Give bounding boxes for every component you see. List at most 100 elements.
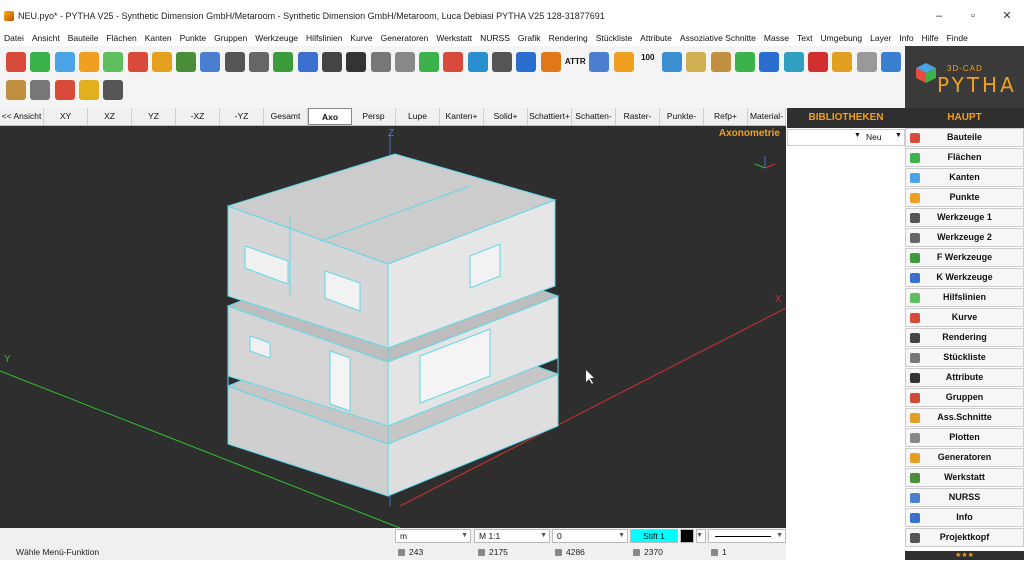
menu-item-masse[interactable]: Masse — [760, 33, 793, 43]
menu-item-nurss[interactable]: NURSS — [476, 33, 514, 43]
refresh-icon[interactable] — [783, 52, 804, 72]
main-item-f-werkzeuge[interactable]: F Werkzeuge — [905, 248, 1024, 267]
menu-item-kurve[interactable]: Kurve — [346, 33, 376, 43]
render-icon[interactable] — [321, 52, 342, 72]
camera-icon[interactable] — [346, 52, 367, 72]
main-item-werkstatt[interactable]: Werkstatt — [905, 468, 1024, 487]
cut-text-icon[interactable] — [103, 80, 124, 100]
delete-icon[interactable] — [807, 52, 828, 72]
main-item-info[interactable]: Info — [905, 508, 1024, 527]
main-item-gruppen[interactable]: Gruppen — [905, 388, 1024, 407]
main-item-rendering[interactable]: Rendering — [905, 328, 1024, 347]
main-item-nurss[interactable]: NURSS — [905, 488, 1024, 507]
menu-item-umgebung[interactable]: Umgebung — [817, 33, 867, 43]
view-button-xy[interactable]: XY — [44, 108, 88, 125]
menu-item-info[interactable]: Info — [895, 33, 917, 43]
package-icon[interactable] — [6, 80, 26, 100]
menu-item-punkte[interactable]: Punkte — [176, 33, 210, 43]
main-item-kanten[interactable]: Kanten — [905, 168, 1024, 187]
tool-2-icon[interactable] — [249, 52, 269, 72]
menu-item-generatoren[interactable]: Generatoren — [377, 33, 433, 43]
layer-icon[interactable] — [710, 52, 731, 72]
pen-dropdown[interactable]: ▼ — [696, 529, 706, 543]
curve-icon[interactable] — [127, 52, 148, 72]
main-item-attribute[interactable]: Attribute — [905, 368, 1024, 387]
library-list[interactable] — [787, 146, 905, 560]
tree-icon[interactable] — [735, 52, 755, 72]
menu-item-assoziative-schnitte[interactable]: Assoziative Schnitte — [676, 33, 760, 43]
main-item-plotten[interactable]: Plotten — [905, 428, 1024, 447]
menu-item-bauteile[interactable]: Bauteile — [64, 33, 103, 43]
ruler-icon[interactable] — [662, 52, 683, 72]
import-icon[interactable] — [443, 52, 464, 72]
main-item-bauteile[interactable]: Bauteile — [905, 128, 1024, 147]
view-button-gesamt[interactable]: Gesamt — [264, 108, 308, 125]
menu-item-gruppen[interactable]: Gruppen — [210, 33, 251, 43]
hatch-icon[interactable] — [686, 52, 707, 72]
menu-item-flächen[interactable]: Flächen — [102, 33, 140, 43]
menu-item-finde[interactable]: Finde — [943, 33, 972, 43]
view-button-schatten[interactable]: Schatten- — [572, 108, 616, 125]
grid-icon[interactable] — [613, 52, 634, 72]
edge-icon[interactable] — [54, 52, 75, 72]
view-button-kanten[interactable]: Kanten+ — [440, 108, 484, 125]
drill-icon[interactable] — [54, 80, 75, 100]
library-select[interactable]: ▼ Neu ▼ — [787, 129, 905, 146]
view-button-xz[interactable]: -XZ — [176, 108, 220, 125]
num-icon[interactable]: 100 — [638, 52, 658, 72]
screwdriver-icon[interactable] — [30, 80, 51, 100]
maximize-button[interactable]: ▫ — [956, 0, 990, 31]
menu-item-rendering[interactable]: Rendering — [545, 33, 592, 43]
redo-icon[interactable] — [540, 52, 561, 72]
view-button-persp[interactable]: Persp — [352, 108, 396, 125]
view-button-refp[interactable]: Refp+ — [704, 108, 748, 125]
view-button-solid[interactable]: Solid+ — [484, 108, 528, 125]
nurss-icon[interactable] — [200, 52, 221, 72]
attr-icon[interactable]: ATTR — [565, 52, 586, 72]
menu-item-text[interactable]: Text — [793, 33, 817, 43]
print-icon[interactable] — [394, 52, 415, 72]
face-icon[interactable] — [30, 52, 51, 72]
copy-icon[interactable] — [856, 52, 877, 72]
main-item-stückliste[interactable]: Stückliste — [905, 348, 1024, 367]
view-button-schattiert[interactable]: Schattiert+ — [528, 108, 572, 125]
eye-icon[interactable] — [370, 52, 391, 72]
move-icon[interactable] — [832, 52, 853, 72]
rotate-icon[interactable] — [467, 52, 488, 72]
main-item-k-werkzeuge[interactable]: K Werkzeuge — [905, 268, 1024, 287]
helpline-icon[interactable] — [103, 52, 124, 72]
main-item-ass-schnitte[interactable]: Ass.Schnitte — [905, 408, 1024, 427]
main-item-flächen[interactable]: Flächen — [905, 148, 1024, 167]
view-button-axo[interactable]: Axo — [308, 108, 352, 125]
menu-item-datei[interactable]: Datei — [0, 33, 28, 43]
main-item-projektkopf[interactable]: Projektkopf — [905, 528, 1024, 547]
view-button-ansicht[interactable]: << Ansicht — [0, 108, 44, 125]
menu-item-hilfslinien[interactable]: Hilfslinien — [302, 33, 346, 43]
k-tool-icon[interactable] — [297, 52, 318, 72]
export-icon[interactable] — [419, 52, 440, 72]
menu-item-hilfe[interactable]: Hilfe — [918, 33, 943, 43]
menu-item-werkstatt[interactable]: Werkstatt — [432, 33, 476, 43]
part-icon[interactable] — [6, 52, 26, 72]
mirror-icon[interactable] — [880, 52, 901, 72]
main-item-werkzeuge-2[interactable]: Werkzeuge 2 — [905, 228, 1024, 247]
point-icon[interactable] — [78, 52, 99, 72]
unit-select[interactable]: m ▼ — [395, 529, 471, 543]
main-item-werkzeuge-1[interactable]: Werkzeuge 1 — [905, 208, 1024, 227]
view-button-lupe[interactable]: Lupe — [396, 108, 440, 125]
layer-select[interactable]: 0 ▼ — [552, 529, 628, 543]
undo-icon[interactable] — [516, 52, 537, 72]
workshop-icon[interactable] — [176, 52, 197, 72]
list-icon[interactable] — [589, 52, 610, 72]
info-icon[interactable] — [759, 52, 780, 72]
cup-icon[interactable] — [492, 52, 512, 72]
menu-item-werkzeuge[interactable]: Werkzeuge — [251, 33, 302, 43]
menu-item-layer[interactable]: Layer — [866, 33, 895, 43]
main-item-generatoren[interactable]: Generatoren — [905, 448, 1024, 467]
tool-1-icon[interactable] — [224, 52, 245, 72]
view-button-material[interactable]: Material- — [748, 108, 786, 125]
main-item-kurve[interactable]: Kurve — [905, 308, 1024, 327]
minimize-button[interactable]: – — [922, 0, 956, 31]
menu-item-grafik[interactable]: Grafik — [514, 33, 545, 43]
main-item-punkte[interactable]: Punkte — [905, 188, 1024, 207]
